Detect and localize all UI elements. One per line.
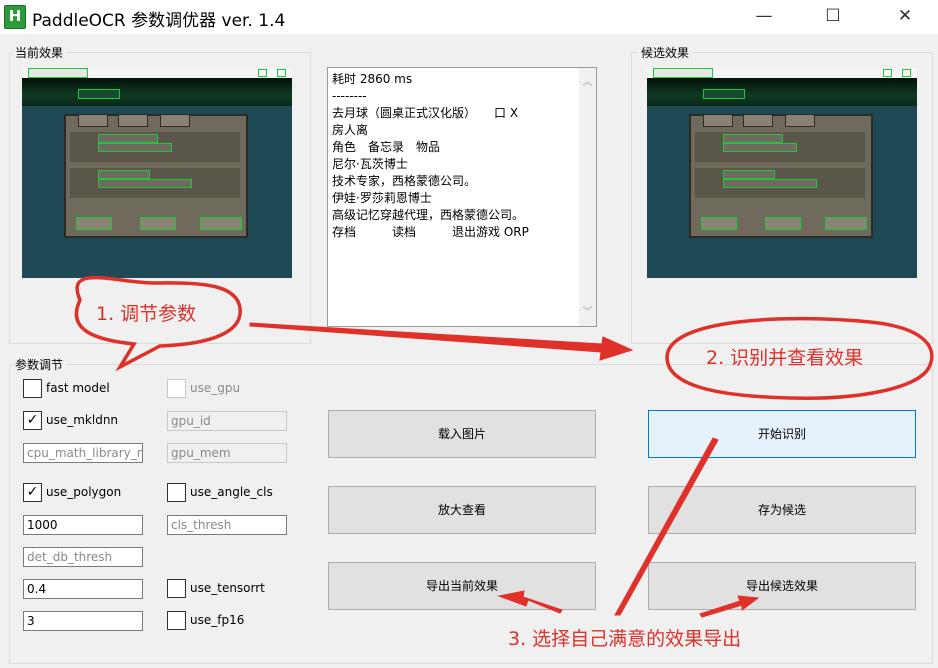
- annotation-step-1: 1. 调节参数: [96, 303, 197, 325]
- fast-model-checkbox[interactable]: [23, 379, 42, 398]
- params-label: 参数调节: [13, 356, 66, 373]
- scroll-down-icon[interactable]: ﹀: [579, 304, 596, 321]
- export-current-button[interactable]: 导出当前效果: [328, 562, 596, 610]
- annotation-step-3: 3. 选择自己满意的效果导出: [508, 628, 742, 650]
- cpu-math-library-input[interactable]: cpu_math_library_nu: [23, 443, 143, 463]
- use-polygon-label: use_polygon: [46, 485, 122, 499]
- result-lines: 耗时 2860 ms -------- 去月球（圆桌正式汉化版） 口 X 房人离…: [332, 71, 568, 241]
- result-line: 房人离: [332, 123, 369, 137]
- app-icon: H: [4, 5, 26, 29]
- use-tensorrt-label: use_tensorrt: [190, 581, 265, 595]
- load-image-button[interactable]: 载入图片: [328, 410, 596, 458]
- result-scrollbar[interactable]: ︿ ﹀: [579, 68, 596, 326]
- zoom-view-button[interactable]: 放大查看: [328, 486, 596, 534]
- result-line: 角色 备忘录 物品: [332, 140, 441, 154]
- export-candidate-button[interactable]: 导出候选效果: [648, 562, 916, 610]
- use-fp16-checkbox[interactable]: [167, 611, 186, 630]
- det-db-thresh-input[interactable]: det_db_thresh: [23, 547, 143, 567]
- gpu-mem-input[interactable]: gpu_mem: [167, 443, 287, 463]
- thumbnail-panel: [689, 114, 873, 238]
- use-fp16-label: use_fp16: [190, 613, 245, 627]
- thumbnail-panel: [64, 114, 248, 238]
- title-bar: H PaddleOCR 参数调优器 ver. 1.4 — ☐ ✕: [0, 0, 938, 34]
- minimize-button[interactable]: —: [741, 0, 787, 34]
- det-limit-input[interactable]: 1000: [23, 515, 143, 535]
- start-recognition-button[interactable]: 开始识别: [648, 410, 916, 458]
- thumbnail-header: [647, 78, 917, 106]
- thumbnail-header: [22, 78, 292, 106]
- result-line: 耗时 2860 ms: [332, 72, 413, 86]
- result-line: 技术专家，西格蒙德公司。: [332, 174, 477, 188]
- use-angle-cls-checkbox[interactable]: [167, 483, 186, 502]
- result-line: 高级记忆穿越代理，西格蒙德公司。: [332, 208, 525, 222]
- cls-thresh-input[interactable]: cls_thresh: [167, 515, 287, 535]
- result-textbox[interactable]: 耗时 2860 ms -------- 去月球（圆桌正式汉化版） 口 X 房人离…: [327, 67, 597, 327]
- gpu-id-input[interactable]: gpu_id: [167, 411, 287, 431]
- fast-model-label: fast model: [46, 381, 110, 395]
- use-polygon-checkbox[interactable]: ✓: [23, 483, 42, 502]
- maximize-button[interactable]: ☐: [810, 0, 856, 34]
- thumbnail-titlebar: [647, 68, 917, 78]
- use-mkldnn-label: use_mkldnn: [46, 413, 119, 427]
- window-title: PaddleOCR 参数调优器 ver. 1.4: [32, 11, 286, 31]
- current-effect-label: 当前效果: [13, 44, 66, 61]
- result-line: 伊娃·罗莎莉恩博士: [332, 191, 432, 205]
- use-angle-cls-label: use_angle_cls: [190, 485, 273, 499]
- use-mkldnn-checkbox[interactable]: ✓: [23, 411, 42, 430]
- thumbnail-titlebar: [22, 68, 292, 78]
- result-line: 存档 读档 退出游戏 ORP: [332, 225, 529, 239]
- annotation-step-2: 2. 识别并查看效果: [706, 347, 864, 369]
- result-line: --------: [332, 89, 367, 103]
- close-button[interactable]: ✕: [882, 0, 928, 34]
- det-count-input[interactable]: 3: [23, 611, 143, 631]
- save-candidate-button[interactable]: 存为候选: [648, 486, 916, 534]
- use-gpu-checkbox[interactable]: [167, 379, 186, 398]
- use-tensorrt-checkbox[interactable]: [167, 579, 186, 598]
- scroll-up-icon[interactable]: ︿: [579, 74, 596, 91]
- result-line: 尼尔·瓦茨博士: [332, 157, 408, 171]
- use-gpu-label: use_gpu: [190, 381, 241, 395]
- current-thumbnail[interactable]: [22, 68, 292, 278]
- candidate-thumbnail[interactable]: [647, 68, 917, 278]
- result-line: 去月球（圆桌正式汉化版） 口 X: [332, 106, 519, 120]
- det-value-input[interactable]: 0.4: [23, 579, 143, 599]
- candidate-effect-label: 候选效果: [639, 44, 692, 61]
